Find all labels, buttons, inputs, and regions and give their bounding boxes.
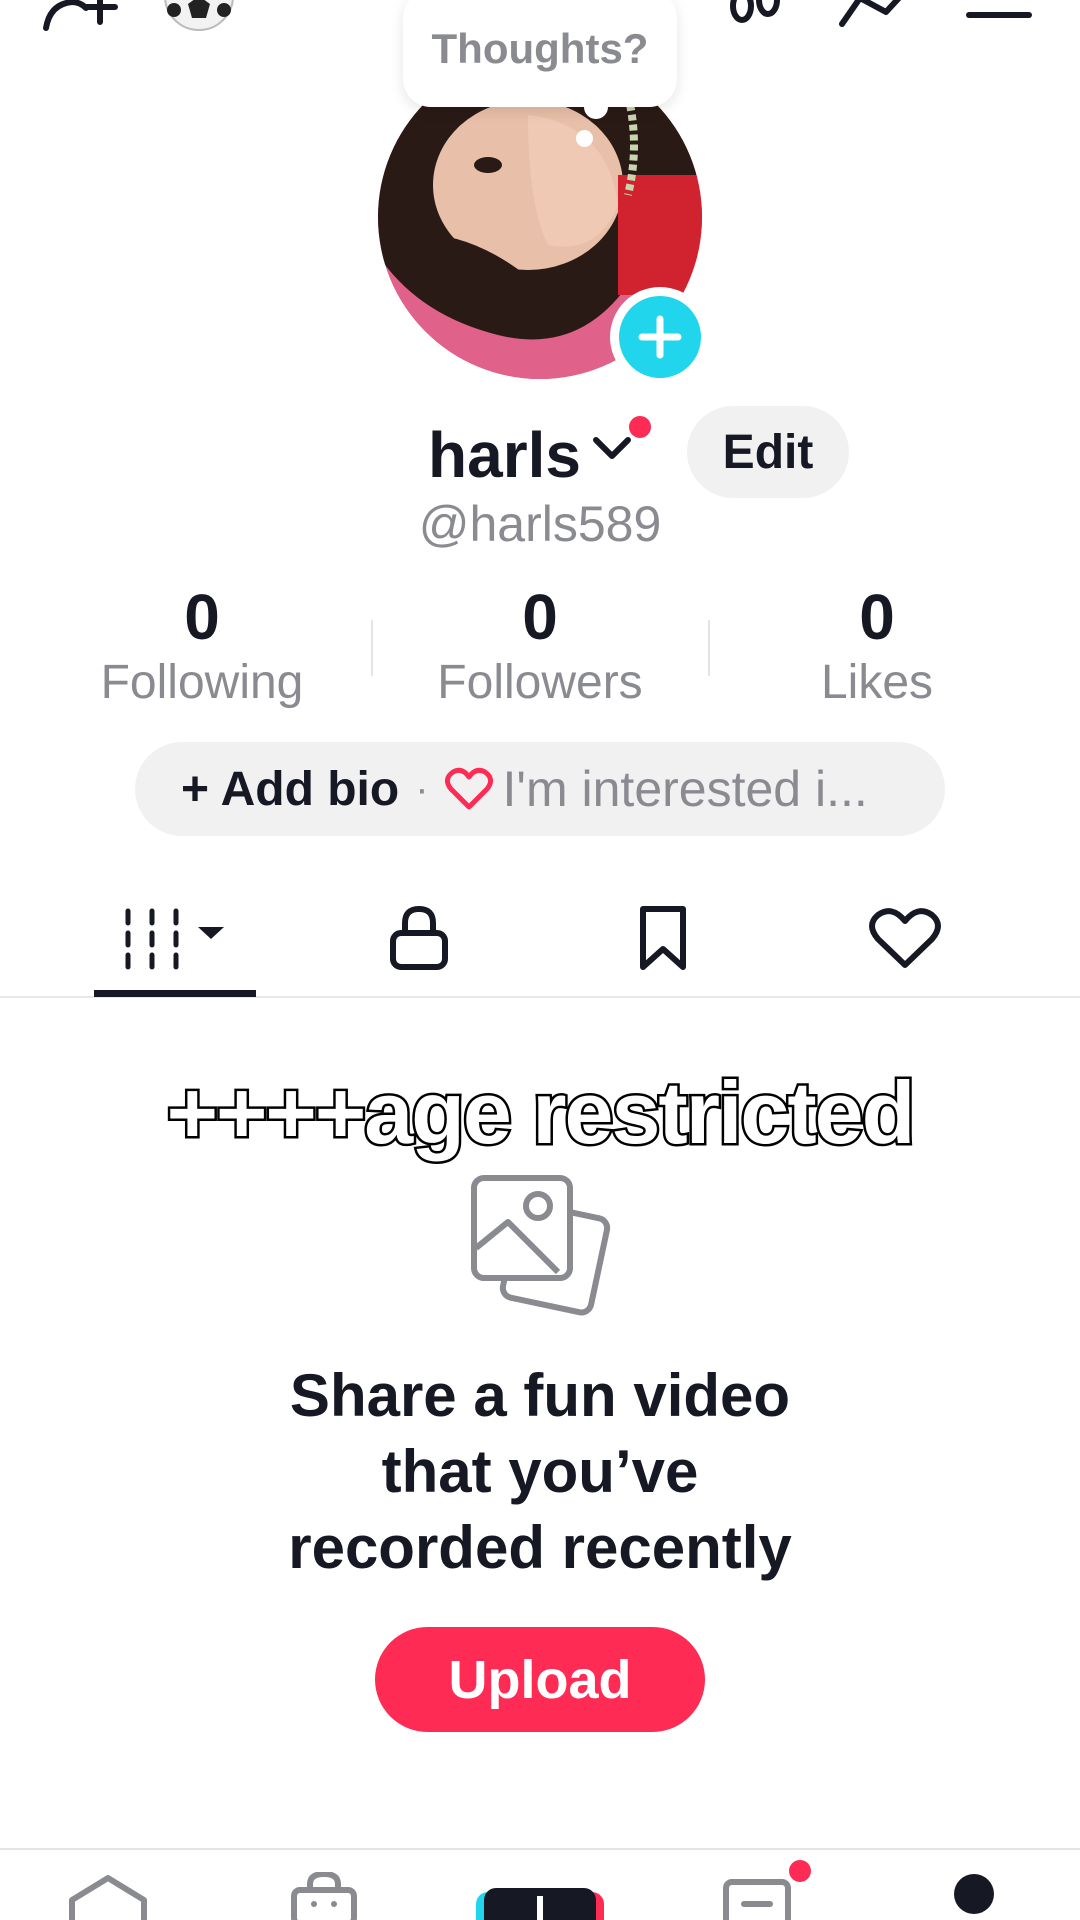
upload-button[interactable]: Upload <box>375 1627 705 1732</box>
thoughts-bubble-label: Thoughts? <box>431 24 649 72</box>
empty-state-line: recorded recently <box>288 1514 792 1581</box>
menu-icon[interactable] <box>966 12 1032 22</box>
bubble-tail-dot <box>576 130 593 147</box>
active-tab-indicator <box>94 990 256 997</box>
stat-divider <box>371 620 373 676</box>
liked-heart-icon <box>869 908 941 968</box>
private-lock-icon <box>390 905 448 970</box>
notification-dot <box>626 413 654 441</box>
add-friend-icon[interactable] <box>40 0 126 34</box>
inbox-icon[interactable] <box>722 1878 792 1920</box>
tab-favorites[interactable] <box>582 880 744 996</box>
share-icon[interactable] <box>836 0 916 30</box>
stat-likes[interactable]: 0 Likes <box>727 585 1027 710</box>
empty-state-title: Share a fun video that you’ve recorded r… <box>0 1358 1080 1586</box>
bubble-tail-dot <box>584 95 608 119</box>
stat-value: 0 <box>859 581 895 653</box>
thoughts-bubble[interactable]: Thoughts? <box>403 0 677 107</box>
interests-button[interactable]: I'm interested i... <box>503 760 868 818</box>
home-icon[interactable] <box>66 1874 150 1920</box>
stat-followers[interactable]: 0 Followers <box>390 585 690 710</box>
profile-tabs <box>0 880 1080 998</box>
tab-private[interactable] <box>338 880 500 996</box>
bio-pill[interactable]: + Add bio · I'm interested i... <box>135 742 945 836</box>
stat-divider <box>708 620 710 676</box>
plus-icon <box>638 315 682 359</box>
bio-separator: · <box>415 766 429 811</box>
chevron-down-icon[interactable] <box>592 434 632 469</box>
empty-state-line: that you’ve <box>381 1438 699 1505</box>
stat-value: 0 <box>522 581 558 653</box>
profile-icon[interactable] <box>952 1872 996 1920</box>
stat-following[interactable]: 0 Following <box>52 585 352 710</box>
add-story-button[interactable] <box>610 287 710 387</box>
overlay-caption: ++++age restricted <box>164 1061 918 1165</box>
empty-state-line: Share a fun video <box>289 1362 791 1429</box>
photos-icon <box>468 1172 612 1321</box>
videos-grid-icon <box>125 908 224 970</box>
stat-value: 0 <box>184 581 220 653</box>
create-icon[interactable] <box>476 1888 604 1920</box>
soccer-ball-icon[interactable] <box>160 0 238 34</box>
tab-videos[interactable] <box>94 880 256 996</box>
bottom-nav <box>0 1848 1080 1920</box>
username-handle: @harls589 <box>418 496 662 552</box>
favorites-bookmark-icon <box>640 906 686 970</box>
add-bio-button[interactable]: + Add bio <box>181 762 399 817</box>
shop-icon[interactable] <box>290 1870 358 1920</box>
inbox-notification-dot <box>786 1857 814 1885</box>
heart-icon <box>444 767 493 810</box>
stat-label: Following <box>100 656 304 709</box>
footprints-icon[interactable] <box>726 0 786 30</box>
stat-label: Likes <box>820 656 934 709</box>
tab-liked[interactable] <box>824 880 986 996</box>
stat-label: Followers <box>437 656 643 709</box>
edit-profile-button[interactable]: Edit <box>687 406 849 498</box>
display-name[interactable]: harls <box>428 418 581 492</box>
